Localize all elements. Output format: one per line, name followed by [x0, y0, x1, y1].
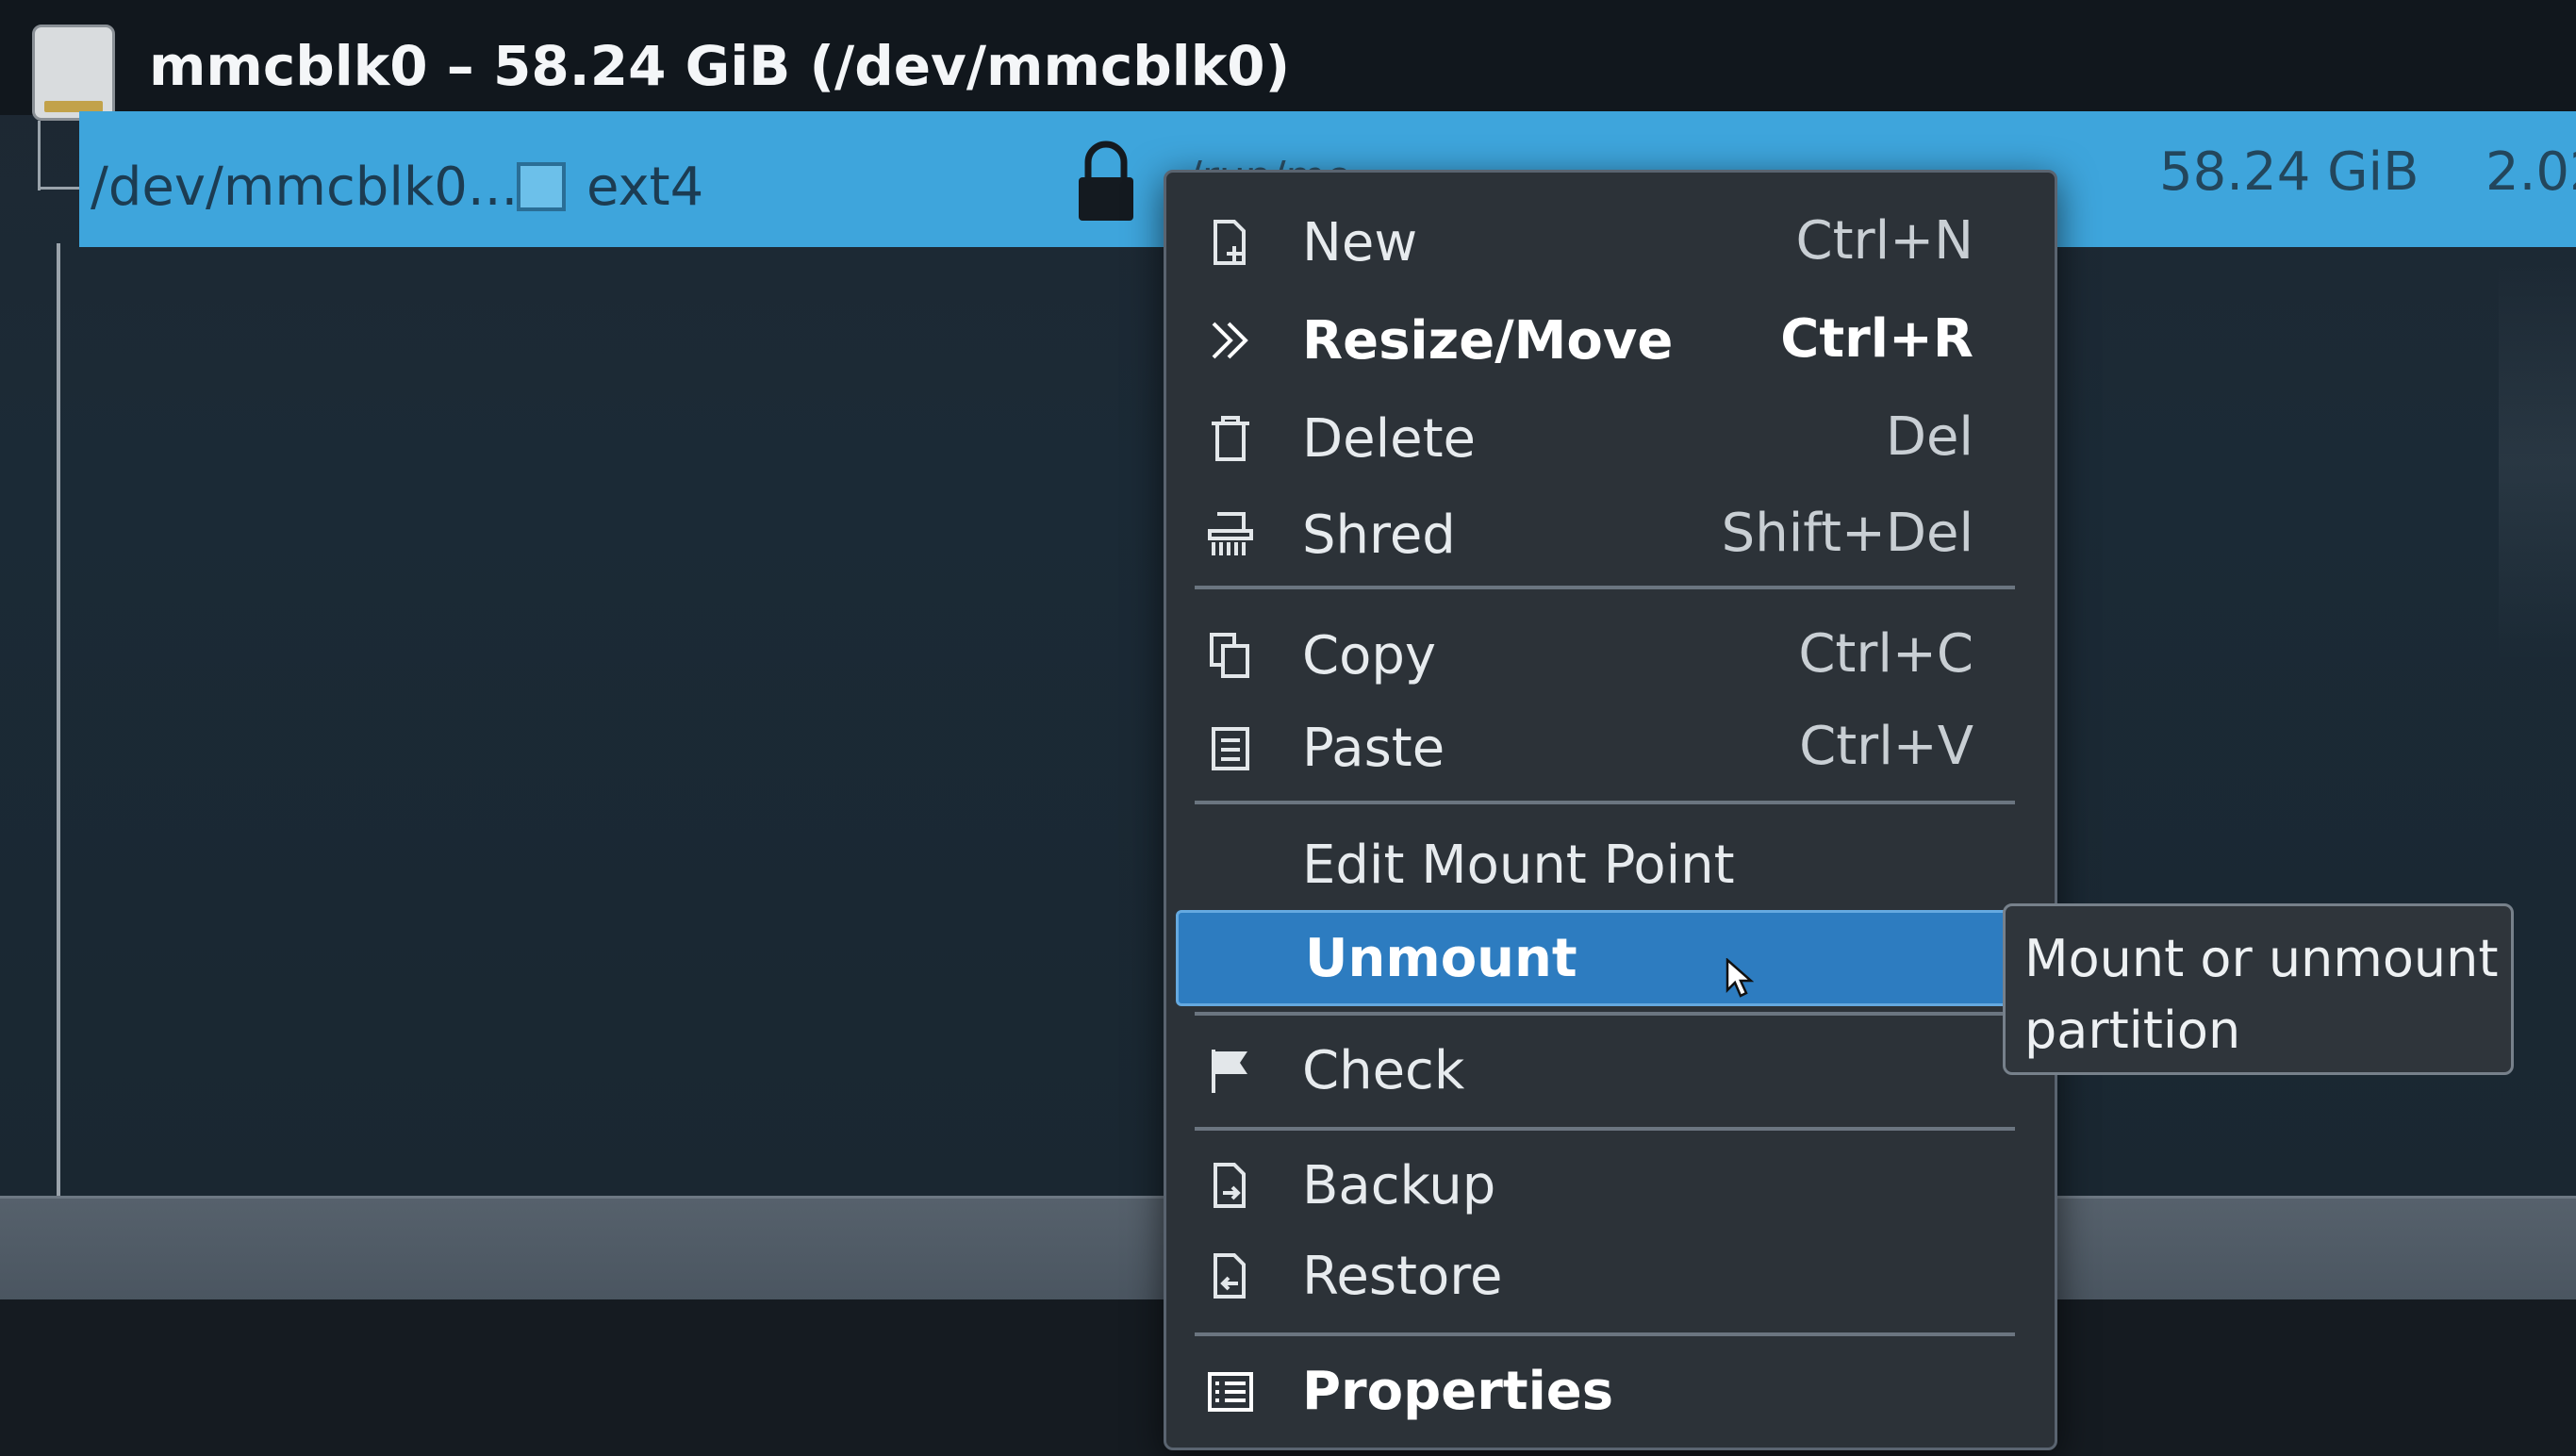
menu-item-label: Copy [1302, 625, 1437, 687]
menu-item-label: Paste [1302, 718, 1445, 779]
tree-left-border [57, 243, 60, 1198]
restore-icon [1214, 1253, 1246, 1299]
backup-icon [1214, 1163, 1246, 1208]
trash-icon [1212, 416, 1249, 461]
menu-separator [1195, 1127, 2015, 1131]
menu-item-edit-mount-point[interactable]: Edit Mount Point [1185, 819, 2024, 910]
menu-item-check[interactable]: Check [1185, 1025, 2024, 1116]
menu-item-shred[interactable]: Shred Shift+Del [1185, 489, 2024, 580]
partition-name: /dev/mmcblk0... [91, 157, 519, 218]
menu-item-label: Shred [1302, 505, 1456, 566]
paste-icon [1212, 727, 1249, 770]
shredder-icon [1208, 512, 1253, 555]
menu-separator [1195, 586, 2015, 589]
menu-item-label: Backup [1302, 1155, 1496, 1216]
menu-separator [1195, 1012, 2015, 1016]
menu-item-label: Properties [1302, 1361, 1614, 1422]
new-document-icon [1214, 220, 1246, 265]
menu-item-label: Unmount [1305, 928, 1577, 989]
menu-item-shortcut: Del [1885, 406, 1973, 468]
partition-filesystem: ext4 [586, 157, 704, 218]
menu-item-properties[interactable]: Properties [1185, 1346, 2024, 1436]
tooltip-text: Mount or unmount partition [2024, 929, 2499, 1060]
menu-item-resize-move[interactable]: Resize/Move Ctrl+R [1185, 295, 2024, 386]
menu-separator [1195, 801, 2015, 804]
menu-item-label: Edit Mount Point [1302, 835, 1735, 896]
menu-item-delete[interactable]: Delete Del [1185, 393, 2024, 484]
menu-item-label: Restore [1302, 1246, 1503, 1307]
menu-item-paste[interactable]: Paste Ctrl+V [1185, 703, 2024, 793]
screen-glare [2499, 264, 2576, 660]
flag-icon [1212, 1050, 1247, 1093]
copy-icon [1210, 633, 1249, 678]
tree-branch-line [38, 121, 41, 190]
menu-separator [1195, 1332, 2015, 1336]
lock-icon [1079, 141, 1133, 221]
menu-item-label: Resize/Move [1302, 310, 1674, 372]
partition-context-menu: New Ctrl+N Resize/Move Ctrl+R Delete Del… [1164, 170, 2057, 1450]
partition-size: 58.24 GiB [2159, 141, 2419, 203]
menu-item-unmount[interactable]: Unmount [1176, 910, 2009, 1006]
disk-title[interactable]: mmcblk0 – 58.24 GiB (/dev/mmcblk0) [149, 34, 1290, 98]
menu-item-label: Delete [1302, 408, 1476, 470]
properties-icon [1208, 1372, 1253, 1412]
menu-item-label: New [1302, 212, 1418, 273]
unmount-tooltip: Mount or unmount partition [2003, 903, 2514, 1075]
menu-item-restore[interactable]: Restore [1185, 1231, 2024, 1321]
menu-item-shortcut: Ctrl+V [1799, 716, 1973, 777]
menu-item-copy[interactable]: Copy Ctrl+C [1185, 610, 2024, 701]
menu-item-shortcut: Ctrl+C [1798, 623, 1973, 685]
menu-item-shortcut: Ctrl+N [1795, 210, 1973, 272]
menu-item-shortcut: Shift+Del [1721, 503, 1973, 564]
partition-used: 2.02 [2485, 141, 2576, 203]
menu-item-backup[interactable]: Backup [1185, 1140, 2024, 1231]
menu-item-label: Check [1302, 1040, 1465, 1101]
menu-item-shortcut: Ctrl+R [1780, 308, 1973, 370]
sd-card-icon [32, 25, 115, 121]
tree-branch-line-horizontal [38, 187, 79, 190]
filesystem-color-swatch [517, 162, 566, 211]
mouse-cursor-icon [1726, 958, 1754, 998]
menu-item-new[interactable]: New Ctrl+N [1185, 197, 2024, 288]
double-chevron-right-icon [1212, 322, 1248, 359]
